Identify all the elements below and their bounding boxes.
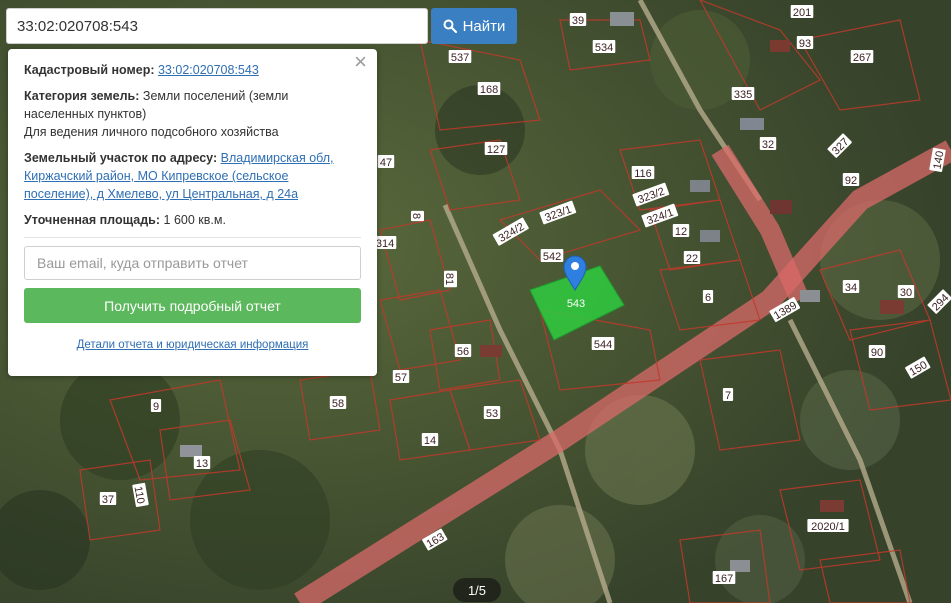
parcel-number-label: 534 (592, 40, 616, 54)
parcel-number-text: 9 (153, 401, 159, 413)
search-box[interactable] (6, 8, 428, 44)
selected-parcel-label: 543 (567, 298, 585, 310)
parcel-number-text: 168 (480, 84, 498, 96)
parcel-number-label: 8 (410, 210, 424, 222)
search-button-label: Найти (462, 17, 506, 35)
parcel-number-text: 534 (595, 42, 613, 54)
parcel-number-text: 167 (715, 573, 733, 585)
parcel-number-label: 13 (193, 456, 211, 470)
search-button[interactable]: Найти (431, 8, 517, 44)
parcel-number-label: 9 (150, 399, 162, 413)
close-icon[interactable]: × (354, 51, 367, 73)
cadastral-label: Кадастровый номер: (24, 63, 155, 77)
cadastral-row: Кадастровый номер: 33:02:020708:543 (24, 61, 361, 79)
parcel-number-label: 267 (850, 50, 874, 64)
parcel-number-label: 57 (392, 370, 410, 384)
parcel-number-text: 2020/1 (811, 521, 845, 533)
parcel-number-label: 90 (868, 345, 886, 359)
parcel-number-label: 542 (540, 249, 564, 263)
usage-value: Для ведения личного подсобного хозяйства (24, 125, 279, 139)
parcel-number-text: 6 (705, 292, 711, 304)
parcel-number-label: 116 (631, 166, 655, 180)
parcel-number-text: 7 (725, 390, 731, 402)
parcel-number-text: 116 (634, 168, 652, 180)
parcel-number-text: 92 (845, 175, 857, 187)
parcel-number-label: 32 (759, 137, 777, 151)
email-field[interactable]: Ваш email, куда отправить отчет (24, 246, 361, 280)
parcel-number-text: 39 (572, 15, 584, 27)
parcel-number-label: 12 (672, 224, 690, 238)
parcel-number-label: 93 (796, 36, 814, 50)
parcel-number-text: 32 (762, 139, 774, 151)
parcel-info-popup: × Кадастровый номер: 33:02:020708:543 Ка… (8, 49, 377, 376)
parcel-number-label: 56 (454, 344, 472, 358)
parcel-number-text: 335 (734, 89, 752, 101)
parcel-number-label: 30 (897, 285, 915, 299)
parcel-number-label: 47 (377, 155, 395, 169)
parcel-number-text: 93 (799, 38, 811, 50)
cadastral-number-link[interactable]: 33:02:020708:543 (158, 63, 259, 77)
parcel-number-label: 544 (591, 337, 615, 351)
parcel-number-text: 34 (845, 282, 857, 294)
parcel-number-text: 537 (451, 52, 469, 64)
category-row: Категория земель: Земли поселений (земли… (24, 87, 361, 141)
parcel-number-text: 58 (332, 398, 344, 410)
parcel-number-label: 7 (722, 388, 734, 402)
parcel-number-text: 13 (196, 458, 208, 470)
parcel-number-label: 39 (569, 13, 587, 27)
parcel-number-label: 168 (477, 82, 501, 96)
get-report-button[interactable]: Получить подробный отчет (24, 288, 361, 323)
parcel-number-label: 81 (443, 270, 457, 288)
area-row: Уточненная площадь: 1 600 кв.м. (24, 211, 361, 229)
parcel-number-label: 335 (731, 87, 755, 101)
parcel-number-label: 58 (329, 396, 347, 410)
parcel-number-text: 8 (410, 213, 422, 219)
parcel-number-text: 37 (102, 494, 114, 506)
area-label: Уточненная площадь: (24, 213, 161, 227)
parcel-number-text: 127 (487, 144, 505, 156)
parcel-number-text: 57 (395, 372, 407, 384)
parcel-number-label: 22 (683, 251, 701, 265)
parcel-number-text: 12 (675, 226, 687, 238)
parcel-number-text: 56 (457, 346, 469, 358)
parcel-number-label: 127 (484, 142, 508, 156)
parcel-number-label: 2020/1 (807, 519, 849, 533)
parcel-number-label: 6 (702, 290, 714, 304)
parcel-number-text: 267 (853, 52, 871, 64)
parcel-number-label: 537 (448, 50, 472, 64)
parcel-number-label: 167 (712, 571, 736, 585)
parcel-number-text: 53 (486, 408, 498, 420)
parcel-number-text: 81 (443, 273, 455, 285)
divider (24, 237, 361, 238)
details-link[interactable]: Детали отчета и юридическая информация (77, 339, 309, 351)
parcel-number-label: 201 (790, 5, 814, 19)
parcel-number-label: 92 (842, 173, 860, 187)
parcel-number-text: 30 (900, 287, 912, 299)
details-row: Детали отчета и юридическая информация (24, 336, 361, 354)
search-icon (443, 19, 457, 33)
parcel-number-label: 37 (99, 492, 117, 506)
search-input[interactable] (7, 9, 427, 43)
parcel-number-text: 201 (793, 7, 811, 19)
page-indicator: 1/5 (453, 578, 501, 602)
area-value: 1 600 кв.м. (163, 213, 226, 227)
parcel-number-text: 47 (380, 157, 392, 169)
address-label: Земельный участок по адресу: (24, 151, 218, 165)
parcel-number-text: 314 (376, 238, 394, 250)
parcel-number-text: 14 (424, 435, 436, 447)
parcel-number-text: 542 (543, 251, 561, 263)
parcel-number-label: 314 (373, 236, 397, 250)
category-label: Категория земель: (24, 89, 140, 103)
parcel-number-text: 544 (594, 339, 612, 351)
parcel-number-label: 14 (421, 433, 439, 447)
address-row: Земельный участок по адресу: Владимирска… (24, 149, 361, 203)
parcel-number-label: 53 (483, 406, 501, 420)
parcel-number-text: 90 (871, 347, 883, 359)
parcel-number-label: 34 (842, 280, 860, 294)
parcel-number-text: 22 (686, 253, 698, 265)
